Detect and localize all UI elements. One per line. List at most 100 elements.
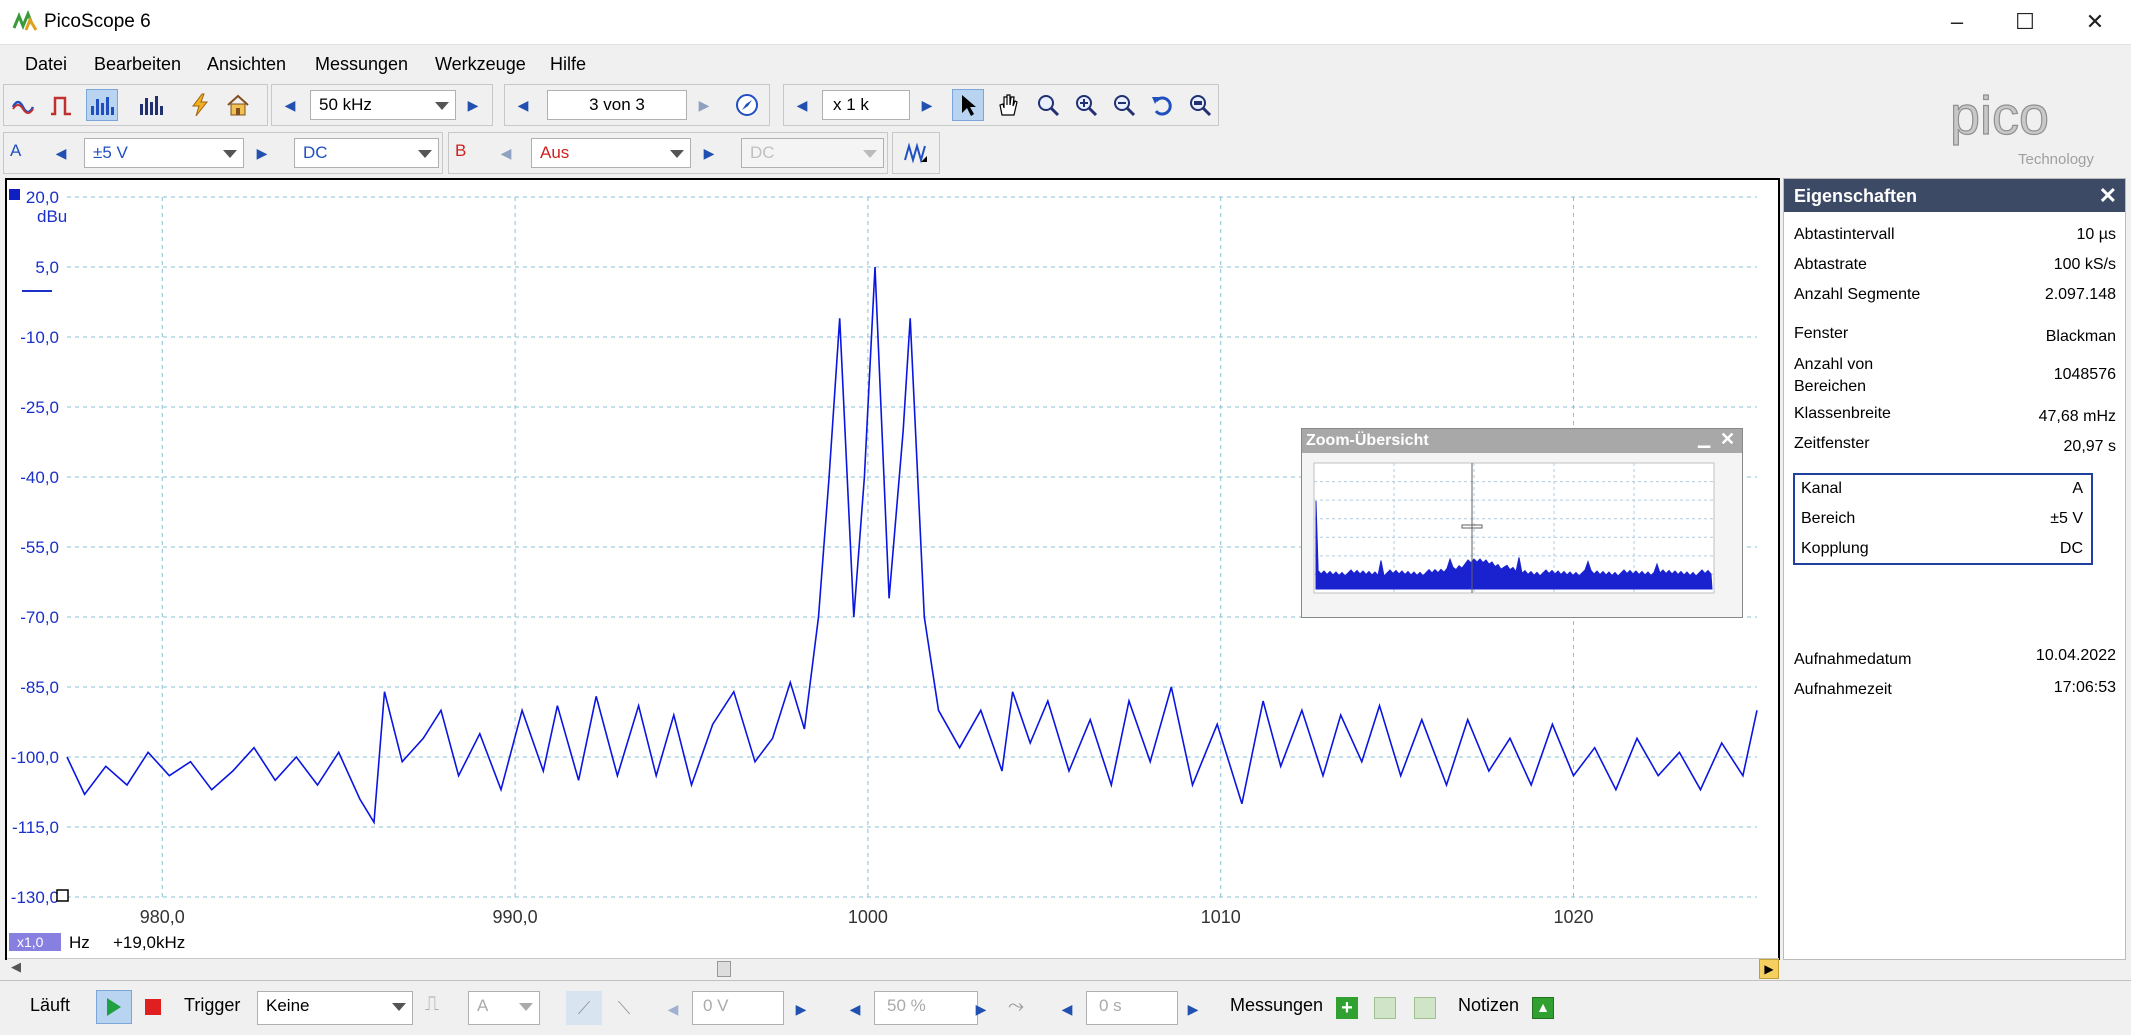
spectrum-view[interactable]: 20,0 5,0 -10,0 -25,0 -40,0 -55,0 -70,0 -85,0 -10… (5, 178, 1780, 960)
delay-up-button[interactable]: ▶ (1180, 993, 1206, 1025)
zoom-overview-close-icon[interactable]: ✕ (1720, 429, 1735, 450)
hand-pan-icon[interactable] (992, 89, 1024, 121)
math-channel-group (892, 132, 940, 174)
capture-date-row: Aufnahmedatum 10.04.2022 (1794, 647, 2116, 668)
menu-werkzeuge[interactable]: Werkzeuge (435, 54, 526, 75)
coupling-b-select[interactable]: DC (741, 138, 884, 168)
spectrum-mode-icon[interactable] (86, 89, 118, 121)
zoom-overview-titlebar[interactable]: Zoom-Übersicht ▁ ✕ (1302, 429, 1742, 453)
edit-measurement-icon[interactable] (1374, 997, 1396, 1019)
zoom-overview-chart[interactable] (1312, 461, 1732, 611)
buffer-prev-button[interactable]: ◀ (510, 89, 536, 121)
minimize-button[interactable]: – (1922, 0, 1992, 44)
persistence-mode-icon[interactable] (46, 89, 78, 121)
pretrigger-up-button[interactable]: ▶ (968, 993, 994, 1025)
coupling-a-select[interactable]: DC (294, 138, 439, 168)
spectrum-options-icon[interactable] (136, 89, 168, 121)
menu-hilfe[interactable]: Hilfe (550, 54, 586, 75)
capture-time-row: Aufnahmezeit 17:06:53 (1794, 679, 2116, 698)
properties-close-icon[interactable]: ✕ (2099, 183, 2117, 209)
scroll-thumb[interactable] (717, 961, 731, 977)
zoom-overview-minimize-icon[interactable]: ▁ (1698, 429, 1710, 449)
delete-measurement-icon[interactable] (1414, 997, 1436, 1019)
trigger-level-field[interactable]: 0 V (692, 991, 784, 1025)
menu-bar: Datei Bearbeiten Ansichten Messungen Wer… (0, 46, 2131, 84)
menu-ansichten[interactable]: Ansichten (207, 54, 286, 75)
scroll-right-icon[interactable]: ▶ (1759, 959, 1779, 979)
rising-edge-icon[interactable]: ⟋ (566, 991, 602, 1025)
buffer-navigator-icon[interactable] (731, 89, 763, 121)
menu-bearbeiten[interactable]: Bearbeiten (94, 54, 181, 75)
run-status-label: Läuft (30, 995, 71, 1015)
channel-b-options-button[interactable]: B (455, 141, 466, 161)
trigger-mode-select[interactable]: Keine (257, 991, 413, 1025)
zoom-overview-window[interactable]: Zoom-Übersicht ▁ ✕ (1301, 428, 1743, 618)
maximize-button[interactable]: ☐ (1990, 0, 2060, 44)
channel-info-box: Kanal A Bereich ±5 V Kopplung DC (1793, 473, 2093, 565)
zoom-in-icon[interactable] (1070, 89, 1102, 121)
delay-field[interactable]: 0 s (1086, 991, 1178, 1025)
trigger-level-down-button[interactable]: ◀ (660, 993, 686, 1025)
trigger-edge-icon[interactable]: ⎍ (425, 993, 453, 1021)
menu-messungen[interactable]: Messungen (315, 54, 408, 75)
timebase-prev-button[interactable]: ◀ (277, 89, 303, 121)
buffer-index-field[interactable]: 3 von 3 (547, 90, 687, 120)
range-b-select[interactable]: Aus (531, 138, 691, 168)
timebase-group: ◀ 50 kHz ▶ (271, 84, 493, 126)
pretrigger-field[interactable]: 50 % (874, 991, 978, 1025)
range-a-up-button[interactable]: ▶ (249, 137, 275, 169)
play-icon (107, 998, 121, 1016)
math-channels-icon[interactable] (900, 137, 932, 169)
stop-button[interactable] (145, 999, 161, 1015)
falling-edge-icon[interactable]: ⟍ (606, 991, 642, 1025)
channel-a-axis-marker (9, 189, 20, 200)
buffer-next-button[interactable]: ▶ (691, 89, 717, 121)
timebase-next-button[interactable]: ▶ (460, 89, 486, 121)
zoom-out-icon[interactable] (1108, 89, 1140, 121)
timebase-select[interactable]: 50 kHz (310, 90, 456, 120)
property-row: Anzahl Segmente 2.097.148 (1794, 286, 2116, 303)
channel-a-options-button[interactable]: A (10, 141, 21, 161)
y-tick-label: -40,0 (20, 468, 59, 487)
notes-toggle-icon[interactable]: ▲ (1532, 997, 1554, 1019)
undo-zoom-icon[interactable] (1146, 89, 1178, 121)
channel-info-row: Bereich ±5 V (1801, 510, 2083, 527)
range-a-select[interactable]: ±5 V (84, 138, 244, 168)
zoom-overview-title: Zoom-Übersicht (1306, 432, 1429, 449)
property-row: Zeitfenster 20,97 s (1794, 435, 2116, 455)
zoom-region-icon[interactable] (1032, 89, 1064, 121)
add-measurement-icon[interactable]: + (1336, 997, 1358, 1019)
menu-datei[interactable]: Datei (25, 54, 67, 75)
zoom-prev-button[interactable]: ◀ (789, 89, 815, 121)
auto-setup-icon[interactable] (184, 89, 216, 121)
channel-b-group: B ◀ Aus ▶ DC (448, 132, 888, 174)
trigger-delay-icon[interactable]: ⤳ (1008, 995, 1024, 1018)
trigger-level-up-button[interactable]: ▶ (788, 993, 814, 1025)
home-icon[interactable] (222, 89, 254, 121)
zoom-factor-field[interactable]: x 1 k (822, 90, 910, 120)
select-pointer-icon[interactable] (952, 89, 984, 121)
scope-mode-icon[interactable] (9, 89, 41, 121)
pretrigger-down-button[interactable]: ◀ (842, 993, 868, 1025)
scroll-left-icon[interactable]: ◀ (11, 959, 21, 975)
zoom-overview-icon[interactable] (1184, 89, 1216, 121)
range-b-down-button[interactable]: ◀ (493, 137, 519, 169)
close-button[interactable]: ✕ (2060, 0, 2130, 44)
trigger-channel-select[interactable]: A (468, 991, 540, 1025)
properties-header: Eigenschaften ✕ (1784, 179, 2125, 212)
zoom-next-button[interactable]: ▶ (914, 89, 940, 121)
x-tick-label: 1020 (1554, 907, 1594, 927)
horizontal-scrollbar[interactable]: ◀ ▶ (7, 958, 1779, 979)
trigger-label: Trigger (184, 995, 241, 1015)
y-tick-label: -130,0 (11, 888, 59, 907)
range-b-up-button[interactable]: ▶ (696, 137, 722, 169)
measurements-label: Messungen (1230, 995, 1324, 1015)
y-tick-label: -25,0 (20, 398, 59, 417)
delay-down-button[interactable]: ◀ (1054, 993, 1080, 1025)
start-button[interactable] (96, 990, 132, 1024)
range-a-down-button[interactable]: ◀ (48, 137, 74, 169)
property-row: Anzahl von Bereichen 1048576 (1794, 356, 2116, 395)
buffer-group: ◀ 3 von 3 ▶ (504, 84, 770, 126)
y-tick-label: 20,0 (26, 188, 59, 207)
properties-panel: Eigenschaften ✕ Abtastintervall 10 µs Abt… (1783, 178, 2126, 960)
